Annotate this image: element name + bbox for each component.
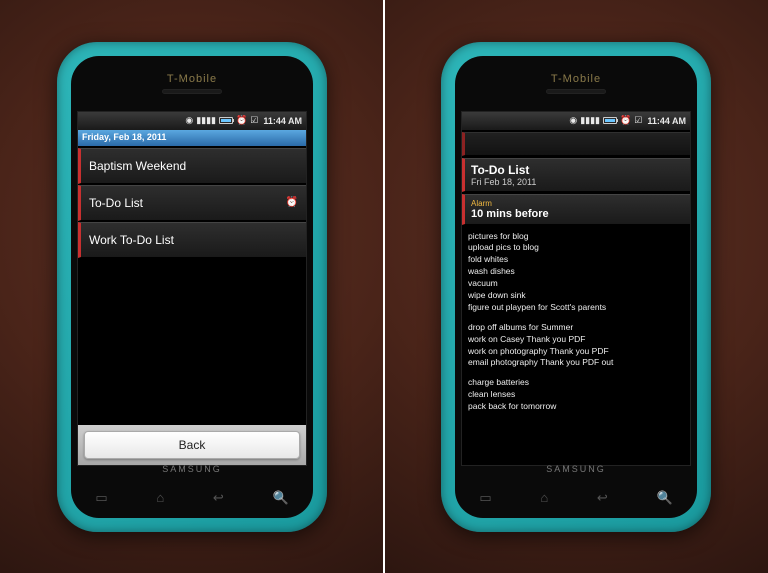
photo-right: T-Mobile ◉ ▮▮▮▮ ⏰ ☑ 11:44 AM To-Do List … xyxy=(384,0,768,573)
back-button[interactable]: Back xyxy=(84,431,300,459)
event-detail: To-Do List Fri Feb 18, 2011 Alarm 10 min… xyxy=(462,130,690,465)
speaker-grille xyxy=(162,89,222,94)
phone-body: T-Mobile ◉ ▮▮▮▮ ⏰ ☑ 11:44 AM Friday, Feb… xyxy=(71,56,313,518)
alarm-icon: ⏰ xyxy=(620,115,631,126)
note-line: wipe down sink xyxy=(468,290,684,302)
note-line: clean lenses xyxy=(468,389,684,401)
bezel-top: T-Mobile xyxy=(455,56,697,111)
note-line: figure out playpen for Scott's parents xyxy=(468,302,684,314)
status-bar: ◉ ▮▮▮▮ ⏰ ☑ 11:44 AM xyxy=(78,112,306,130)
search-key-icon[interactable]: 🔍 xyxy=(656,490,672,506)
note-line: pack back for tomorrow xyxy=(468,401,684,413)
back-key-icon[interactable]: ↩ xyxy=(597,490,608,506)
brand-label: SAMSUNG xyxy=(455,464,697,474)
note-line: charge batteries xyxy=(468,377,684,389)
screen: ◉ ▮▮▮▮ ⏰ ☑ 11:44 AM Friday, Feb 18, 2011… xyxy=(77,111,307,466)
check-icon: ☑ xyxy=(634,115,642,126)
event-title: To-Do List xyxy=(471,163,684,177)
carrier-label: T-Mobile xyxy=(551,73,601,85)
search-key-icon[interactable]: 🔍 xyxy=(272,490,288,506)
event-title: To-Do List xyxy=(89,196,143,210)
signal-icon: ▮▮▮▮ xyxy=(196,115,216,126)
phone-body: T-Mobile ◉ ▮▮▮▮ ⏰ ☑ 11:44 AM To-Do List … xyxy=(455,56,697,518)
home-key-icon[interactable]: ⌂ xyxy=(540,490,548,505)
phone-case: T-Mobile ◉ ▮▮▮▮ ⏰ ☑ 11:44 AM Friday, Feb… xyxy=(57,42,327,532)
alarm-field[interactable]: Alarm 10 mins before xyxy=(462,194,690,225)
bezel-top: T-Mobile xyxy=(71,56,313,111)
button-bar: Back xyxy=(78,425,306,465)
alarm-icon: ⏰ xyxy=(236,115,247,126)
note-line: upload pics to blog xyxy=(468,242,684,254)
note-line: email photography Thank you PDF out xyxy=(468,357,684,369)
screen: ◉ ▮▮▮▮ ⏰ ☑ 11:44 AM To-Do List Fri Feb 1… xyxy=(461,111,691,466)
note-line: drop off albums for Summer xyxy=(468,322,684,334)
battery-icon xyxy=(219,117,233,124)
status-time: 11:44 AM xyxy=(263,116,302,126)
battery-icon xyxy=(603,117,617,124)
calendar-list: Baptism Weekend To-Do List ⏰ Work To-Do … xyxy=(78,146,306,425)
event-title: Baptism Weekend xyxy=(89,159,186,173)
status-bar: ◉ ▮▮▮▮ ⏰ ☑ 11:44 AM xyxy=(462,112,690,130)
phone-case: T-Mobile ◉ ▮▮▮▮ ⏰ ☑ 11:44 AM To-Do List … xyxy=(441,42,711,532)
notes-group: charge batteries clean lenses pack back … xyxy=(468,377,684,413)
carrier-label: T-Mobile xyxy=(167,73,217,85)
note-line: pictures for blog xyxy=(468,231,684,243)
photo-left: T-Mobile ◉ ▮▮▮▮ ⏰ ☑ 11:44 AM Friday, Feb… xyxy=(0,0,384,573)
event-row[interactable]: Baptism Weekend xyxy=(78,148,306,184)
event-date: Fri Feb 18, 2011 xyxy=(471,177,684,187)
wifi-icon: ◉ xyxy=(569,115,577,126)
event-row[interactable]: To-Do List ⏰ xyxy=(78,185,306,221)
home-key-icon[interactable]: ⌂ xyxy=(156,490,164,505)
note-line: wash dishes xyxy=(468,266,684,278)
check-icon: ☑ xyxy=(250,115,258,126)
speaker-grille xyxy=(546,89,606,94)
note-line: fold whites xyxy=(468,254,684,266)
alarm-label: Alarm xyxy=(471,199,684,208)
alarm-icon: ⏰ xyxy=(286,197,298,208)
event-notes: pictures for blog upload pics to blog fo… xyxy=(462,227,690,425)
note-line: work on photography Thank you PDF xyxy=(468,346,684,358)
date-header: Friday, Feb 18, 2011 xyxy=(78,130,306,146)
menu-key-icon[interactable]: ▭ xyxy=(95,490,107,506)
signal-icon: ▮▮▮▮ xyxy=(580,115,600,126)
softkeys: ▭ ⌂ ↩ 🔍 xyxy=(455,478,697,518)
status-time: 11:44 AM xyxy=(647,116,686,126)
menu-key-icon[interactable]: ▭ xyxy=(479,490,491,506)
title-field[interactable]: To-Do List Fri Feb 18, 2011 xyxy=(462,158,690,192)
note-line: work on Casey Thank you PDF xyxy=(468,334,684,346)
alarm-value: 10 mins before xyxy=(471,208,684,220)
softkeys: ▭ ⌂ ↩ 🔍 xyxy=(71,478,313,518)
notes-group: pictures for blog upload pics to blog fo… xyxy=(468,231,684,314)
wifi-icon: ◉ xyxy=(185,115,193,126)
note-line: vacuum xyxy=(468,278,684,290)
brand-label: SAMSUNG xyxy=(71,464,313,474)
back-key-icon[interactable]: ↩ xyxy=(213,490,224,506)
event-title: Work To-Do List xyxy=(89,233,174,247)
event-row[interactable]: Work To-Do List xyxy=(78,222,306,258)
notes-group: drop off albums for Summer work on Casey… xyxy=(468,322,684,370)
blank-field xyxy=(462,132,690,156)
